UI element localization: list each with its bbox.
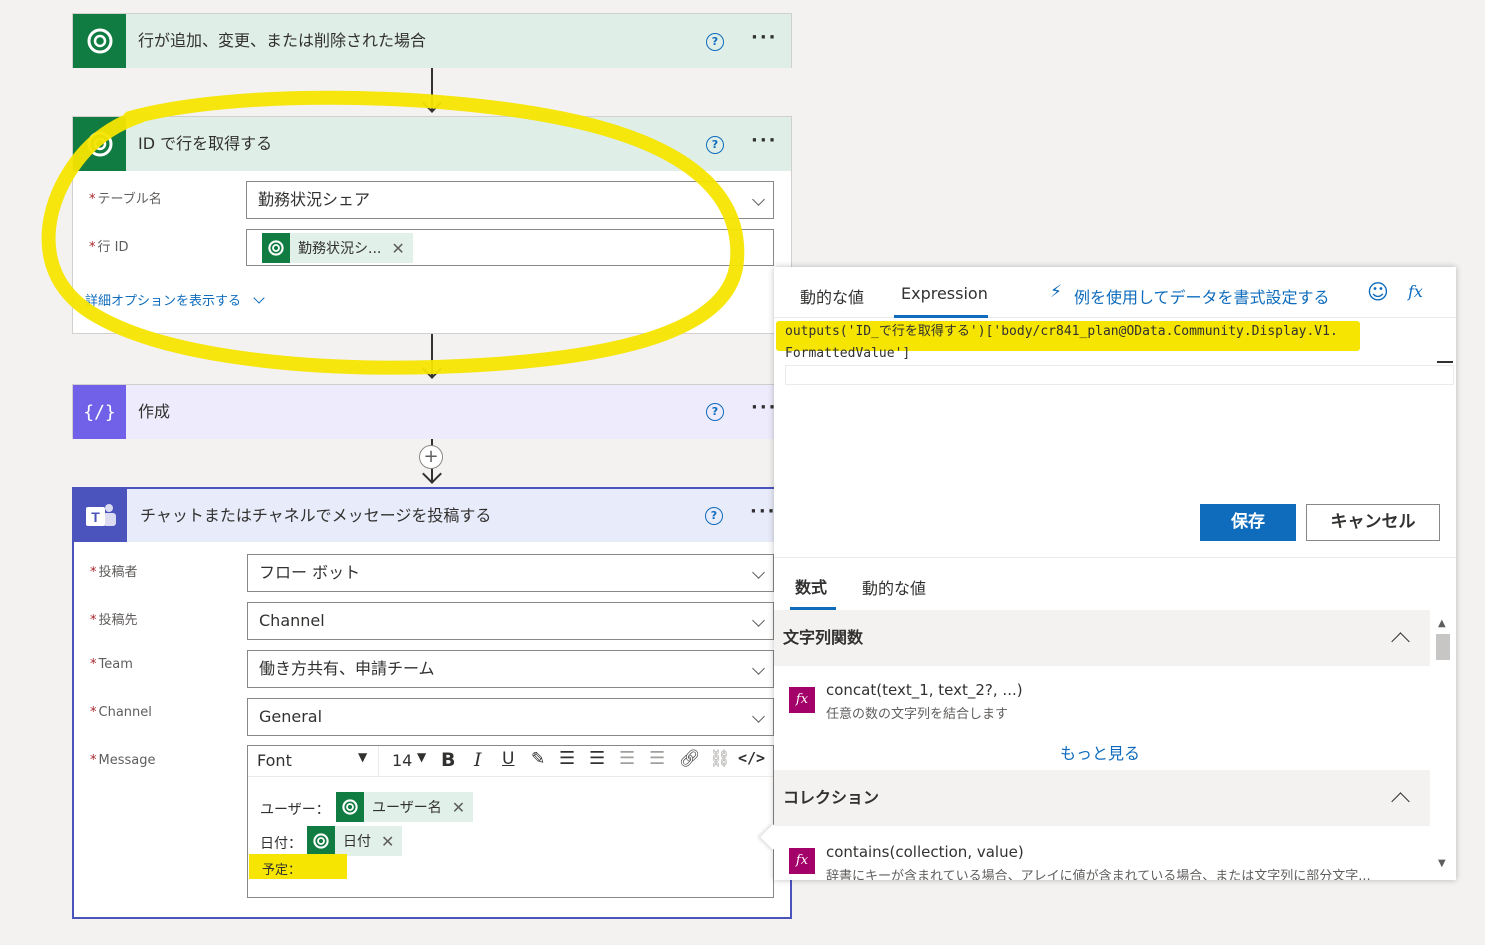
function-icon: fx: [789, 687, 815, 713]
chevron-up-icon: [1391, 632, 1410, 651]
plan-line-label: 予定：: [262, 863, 302, 878]
save-button[interactable]: 保存: [1200, 504, 1296, 541]
active-tab-indicator: [894, 315, 988, 318]
scrollbar[interactable]: ▲ ▼: [1430, 610, 1456, 880]
dataverse-icon: [336, 792, 364, 822]
user-line-label: ユーザー：: [260, 802, 330, 818]
bold-icon[interactable]: B: [441, 749, 455, 771]
scroll-up-icon[interactable]: ▲: [1438, 618, 1446, 629]
date-line-label: 日付：: [260, 836, 302, 852]
svg-text:T: T: [91, 509, 100, 525]
highlight-pen-icon[interactable]: ✎: [531, 749, 545, 769]
channel-dropdown[interactable]: General: [247, 698, 774, 736]
teams-icon: T: [74, 489, 127, 542]
divider: [774, 557, 1456, 558]
resize-handle[interactable]: [1437, 361, 1453, 363]
numbered-list-icon[interactable]: ☰: [589, 748, 605, 769]
chevron-down-icon: [752, 662, 765, 675]
tab-dynamic-values[interactable]: 動的な値: [862, 575, 926, 599]
font-family-dropdown[interactable]: Font ▼: [248, 746, 379, 776]
see-more-link[interactable]: もっと見る: [1060, 740, 1140, 764]
post-message-step-title: チャットまたはチャネルでメッセージを投稿する: [140, 506, 492, 525]
decrease-indent-icon[interactable]: ☰: [619, 748, 635, 769]
message-editor[interactable]: Font ▼ 14 ▼ B I U ✎ ☰ ☰ ☰ ☰ 🔗︎ ⛓︎ </> ユー…: [247, 745, 774, 898]
post-in-label: * 投稿先: [90, 613, 138, 628]
function-icon: fx: [789, 848, 815, 874]
chevron-down-icon: [752, 566, 765, 579]
caret-down-icon: ▼: [417, 750, 427, 764]
team-label: * Team: [90, 657, 133, 672]
date-token[interactable]: 日付 ✕: [307, 826, 403, 856]
increase-indent-icon[interactable]: ☰: [649, 748, 665, 769]
poster-dropdown[interactable]: フロー ボット: [247, 554, 774, 592]
remove-token-icon[interactable]: ✕: [381, 832, 402, 851]
expression-input-line: [785, 365, 1454, 385]
link-icon[interactable]: 🔗︎: [679, 749, 701, 769]
format-data-icon: ⚡︎: [1050, 282, 1062, 302]
expression-panel: 動的な値 Expression ⚡︎ 例を使用してデータを書式設定する ☺ fx…: [774, 267, 1456, 880]
tab-expression[interactable]: Expression: [901, 284, 988, 303]
channel-label: * Channel: [90, 705, 152, 720]
tab-dynamic-content[interactable]: 動的な値: [800, 284, 864, 308]
poster-label: * 投稿者: [90, 565, 138, 580]
panel-tab-bar: 動的な値 Expression ⚡︎ 例を使用してデータを書式設定する ☺ fx: [774, 267, 1456, 318]
team-dropdown[interactable]: 働き方共有、申請チーム: [247, 650, 774, 688]
format-data-by-example-link[interactable]: 例を使用してデータを書式設定する: [1074, 284, 1330, 308]
chevron-up-icon: [1391, 792, 1410, 811]
remove-token-icon[interactable]: ✕: [452, 798, 473, 817]
underline-icon[interactable]: U: [502, 749, 514, 769]
fx-icon[interactable]: fx: [1408, 282, 1423, 301]
rich-text-toolbar: Font ▼ 14 ▼ B I U ✎ ☰ ☰ ☰ ☰ 🔗︎ ⛓︎ </>: [248, 746, 773, 777]
expression-input[interactable]: outputs('ID_で行を取得する')['body/cr841_plan@O…: [785, 321, 1455, 365]
cancel-button[interactable]: キャンセル: [1306, 504, 1440, 541]
function-item-contains[interactable]: fx contains(collection, value) 辞書にキーが含まれ…: [774, 826, 1430, 880]
chevron-down-icon: [752, 614, 765, 627]
bullet-list-icon[interactable]: ☰: [559, 748, 575, 769]
collection-section-header[interactable]: コレクション: [774, 770, 1430, 826]
message-label: * Message: [90, 753, 156, 768]
italic-icon[interactable]: I: [474, 749, 482, 771]
unlink-icon[interactable]: ⛓︎: [709, 749, 731, 769]
chevron-down-icon: [752, 710, 765, 723]
help-icon[interactable]: ?: [705, 507, 723, 525]
user-name-token[interactable]: ユーザー名 ✕: [336, 792, 474, 822]
smiley-feedback-icon[interactable]: ☺: [1367, 280, 1389, 304]
function-list: 文字列関数 fx concat(text_1, text_2?, ...) 任意…: [774, 610, 1456, 880]
dataverse-icon: [307, 826, 335, 856]
code-view-icon[interactable]: </>: [738, 749, 765, 767]
scrollbar-thumb[interactable]: [1436, 634, 1450, 660]
more-options-icon[interactable]: ···: [750, 501, 777, 522]
caret-down-icon: ▼: [358, 750, 368, 764]
highlight-ellipse-annotation: [41, 90, 745, 375]
post-message-step-card: T チャットまたはチャネルでメッセージを投稿する ? ··· * 投稿者 フロー …: [72, 487, 792, 919]
scroll-down-icon[interactable]: ▼: [1438, 858, 1446, 869]
tab-formula[interactable]: 数式: [795, 574, 827, 598]
font-size-dropdown[interactable]: 14 ▼: [386, 746, 432, 776]
function-item-concat[interactable]: fx concat(text_1, text_2?, ...) 任意の数の文字列…: [774, 666, 1430, 736]
string-functions-section-header[interactable]: 文字列関数: [774, 610, 1430, 666]
post-in-dropdown[interactable]: Channel: [247, 602, 774, 640]
post-message-step-header[interactable]: T チャットまたはチャネルでメッセージを投稿する ? ···: [74, 489, 790, 542]
